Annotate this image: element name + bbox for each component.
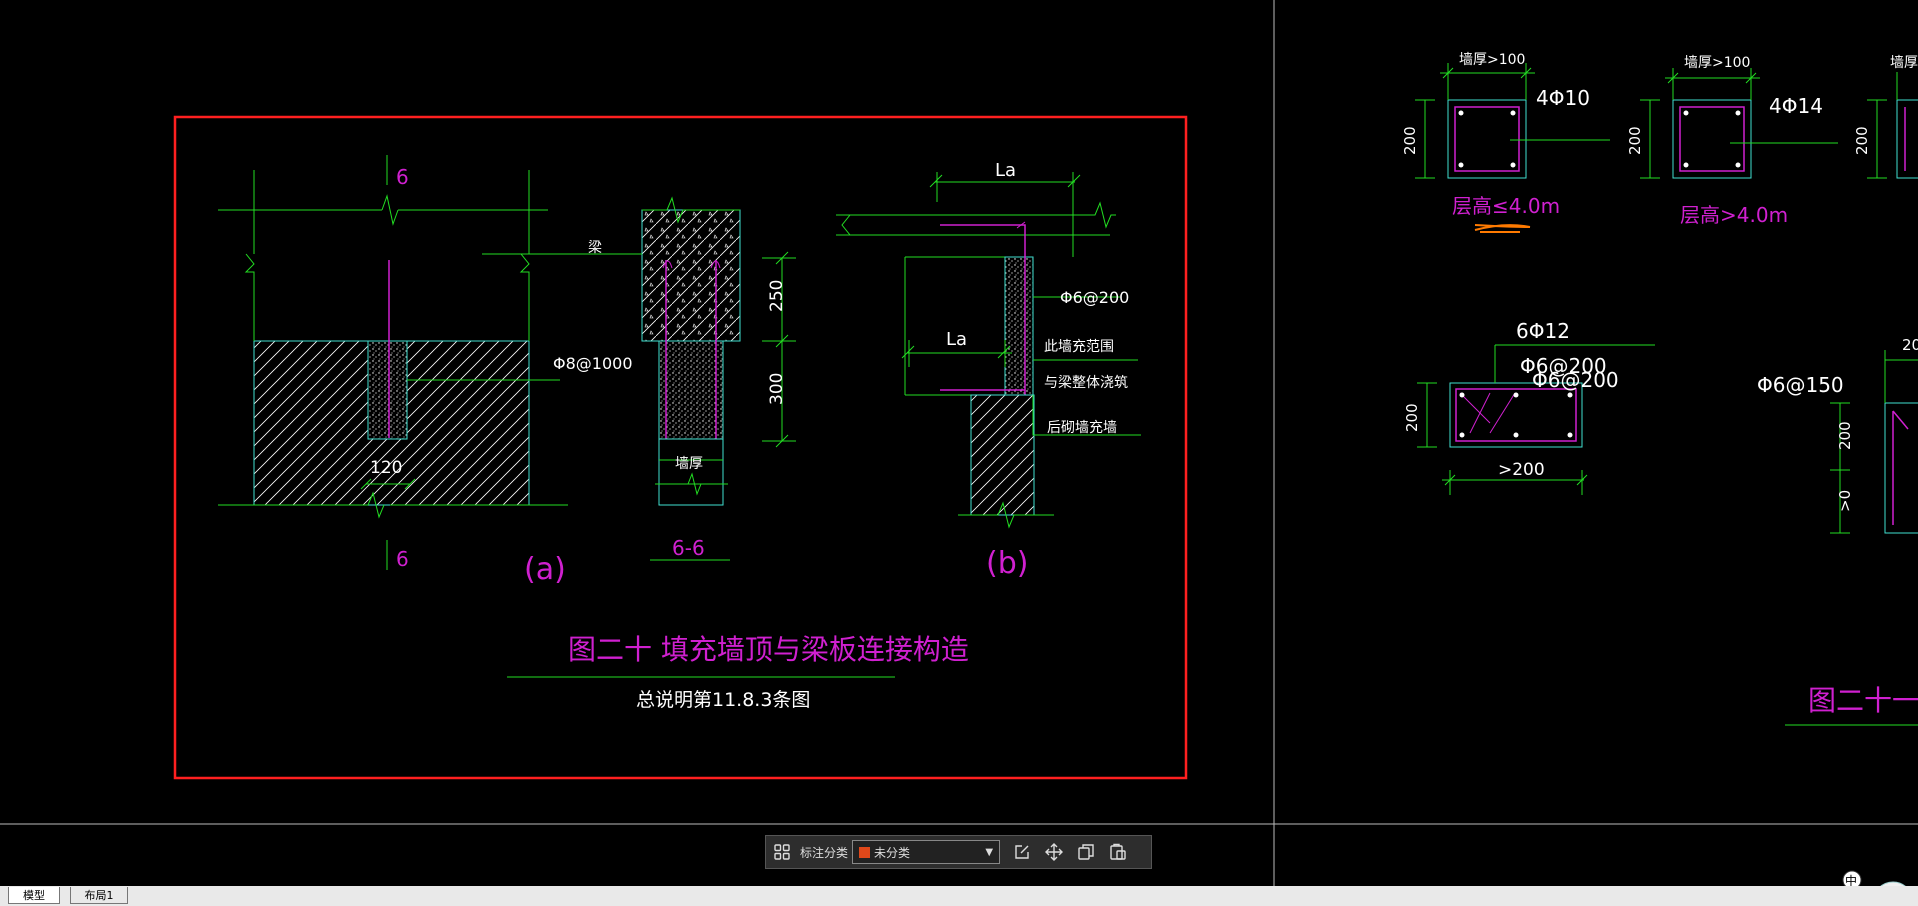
grid-icon[interactable] — [769, 839, 795, 865]
cad-drawing-canvas[interactable]: 6 6 120 (a) 梁 Φ8@1000 250 300 墙厚 6-6 La … — [0, 0, 1918, 906]
label-rebar-a: Φ8@1000 — [553, 354, 633, 373]
category-color-swatch — [859, 846, 871, 858]
dim-200-2: 200 — [1626, 126, 1644, 155]
category-value: 未分类 — [874, 845, 911, 860]
label-a: (a) — [524, 552, 566, 587]
paste-icon[interactable] — [1105, 839, 1131, 865]
dim-250: 250 — [767, 280, 787, 312]
dim-120: 120 — [370, 458, 402, 478]
wall-thk-3: 墙厚> — [1890, 55, 1918, 71]
chevron-down-icon: ▼ — [985, 846, 994, 858]
wall-thk-1: 墙厚>100 — [1459, 52, 1525, 68]
dim-200-3: 200 — [1853, 126, 1871, 155]
width-gt: >200 — [1498, 460, 1545, 480]
detail-a — [218, 155, 568, 570]
height-le: 层高≤4.0m — [1452, 194, 1560, 218]
section-mark-bottom: 6 — [396, 547, 409, 571]
section-title-6-6: 6-6 — [672, 536, 705, 560]
category-label: 标注分类 — [800, 845, 849, 860]
label-beam: 梁 — [588, 240, 602, 256]
label-stirrup: Φ6@200 — [1060, 288, 1129, 307]
note-1: 此墙充范围 — [1044, 338, 1114, 355]
note-3: 后砌墙充墙 — [1047, 420, 1117, 436]
section-mark-top: 6 — [396, 165, 409, 189]
annotation-toolbar: 标注分类 未分类 ▼ — [765, 835, 1152, 869]
height-gt: 层高>4.0m — [1680, 203, 1788, 227]
stirrup-3: Φ6@150 — [1757, 373, 1844, 397]
stirrup-2: Φ6@200 — [1532, 368, 1619, 392]
category-select[interactable]: 未分类 ▼ — [852, 840, 1001, 864]
column-detail-2 — [1640, 68, 1838, 179]
figure21-title: 图二十一 — [1808, 684, 1918, 717]
dim-200-5: 200 — [1836, 421, 1854, 450]
label-b: (b) — [986, 546, 1028, 581]
layout-tab-bar: 模型 布局1 — [0, 886, 1918, 906]
tab-model[interactable]: 模型 — [8, 887, 60, 904]
dim-200-4: 200 — [1403, 403, 1421, 432]
label-La-top: La — [995, 160, 1016, 181]
figure20-title: 图二十 填充墙顶与梁板连接构造 — [568, 633, 969, 666]
note-2: 与梁整体浇筑 — [1044, 375, 1128, 391]
edit-icon[interactable] — [1009, 839, 1035, 865]
figure20-subtitle: 总说明第11.8.3条图 — [636, 689, 810, 711]
dim-gt0: >0 — [1836, 490, 1854, 512]
label-wall-thickness: 墙厚 — [675, 456, 703, 472]
tab-layout1[interactable]: 布局1 — [70, 887, 128, 904]
wall-thk-2: 墙厚>100 — [1684, 55, 1750, 71]
rebar-2: 4Φ14 — [1769, 94, 1823, 118]
label-La-inner: La — [946, 329, 967, 350]
column-detail-3-partial — [1867, 72, 1918, 179]
dim-300: 300 — [767, 373, 787, 405]
rebar-1: 4Φ10 — [1536, 86, 1590, 110]
dim-200-1: 200 — [1401, 126, 1419, 155]
dim-20: 20 — [1902, 336, 1918, 354]
copy-icon[interactable] — [1073, 839, 1099, 865]
tab-layout1-label: 布局1 — [84, 889, 114, 902]
tab-model-label: 模型 — [23, 889, 45, 902]
rebar-6-12: 6Φ12 — [1516, 319, 1570, 343]
move-icon[interactable] — [1041, 839, 1067, 865]
